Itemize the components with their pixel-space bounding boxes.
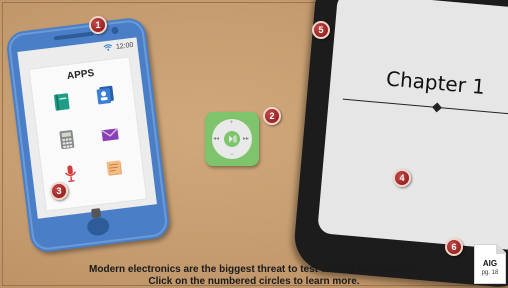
plus-mark-icon: +	[230, 120, 234, 126]
badge-title: AIG	[482, 259, 498, 268]
hotspot-1[interactable]: 1	[89, 16, 107, 34]
rewind-mark-icon: ◂◂	[213, 136, 220, 142]
badge-page-number: pg. 18	[481, 270, 499, 276]
wifi-icon	[104, 43, 114, 53]
chapter-title: Chapter 1	[385, 66, 486, 99]
page-badge: AIG pg. 18	[474, 244, 506, 284]
forward-mark-icon: ▸▸	[243, 136, 250, 142]
hotspot-6[interactable]: 6	[445, 238, 463, 256]
instruction-caption: Modern electronics are the biggest threa…	[0, 264, 508, 288]
tablet-screen: Chapter 1	[317, 0, 508, 252]
hotspot-2[interactable]: 2	[263, 107, 281, 125]
apps-panel: APPS	[28, 56, 148, 212]
music-player: + − ◂◂ ▸▸	[205, 112, 259, 166]
apps-title: APPS	[66, 67, 95, 83]
calculator-icon	[55, 129, 77, 151]
minus-mark-icon: −	[230, 152, 234, 158]
book-icon	[51, 91, 73, 113]
caption-line-1: Modern electronics are the biggest threa…	[89, 264, 419, 275]
title-divider	[342, 98, 508, 117]
contacts-icon	[94, 83, 116, 105]
hotspot-3[interactable]: 3	[50, 182, 68, 200]
hotspot-5[interactable]: 5	[312, 21, 330, 39]
play-pause-button	[224, 131, 240, 147]
caption-line-2: Click on the numbered circles to learn m…	[148, 276, 360, 287]
divider-diamond-icon	[432, 102, 442, 113]
scene: 12:00 APPS + − ◂◂ ▸▸ Chapter 1 1 2 3 4 5…	[0, 0, 508, 288]
click-wheel: + − ◂◂ ▸▸	[212, 119, 252, 159]
smartphone: 12:00 APPS	[4, 16, 172, 254]
status-bar: 12:00	[104, 41, 134, 54]
mail-icon	[99, 123, 121, 145]
notes-icon	[103, 157, 125, 179]
microphone-icon	[59, 162, 81, 184]
hotspot-4[interactable]: 4	[393, 169, 411, 187]
phone-screen: 12:00 APPS	[17, 37, 157, 219]
status-time: 12:00	[115, 41, 134, 51]
